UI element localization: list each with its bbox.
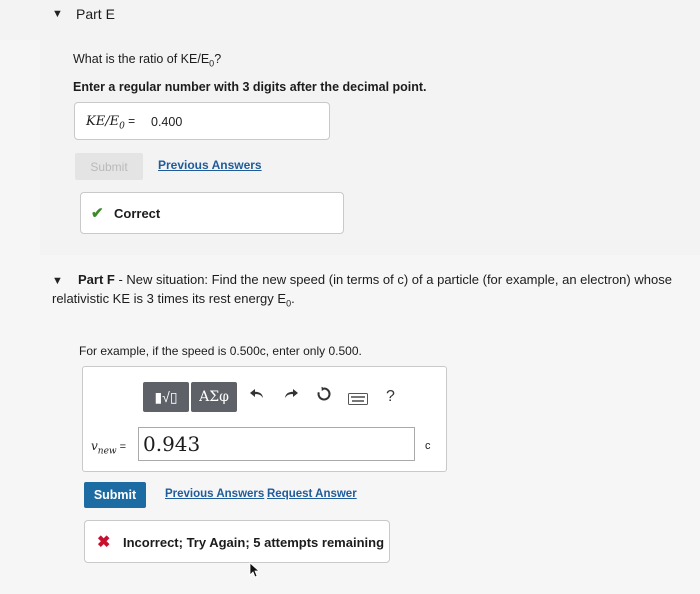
part-e-submit-button[interactable]: Submit	[75, 153, 143, 180]
collapse-caret-icon[interactable]: ▼	[52, 275, 63, 287]
help-icon[interactable]: ?	[386, 388, 395, 406]
mouse-cursor-icon	[249, 562, 261, 578]
check-icon: ✔	[91, 205, 104, 222]
part-e-title[interactable]: Part E	[76, 6, 115, 22]
keyboard-icon	[348, 393, 368, 405]
templates-button[interactable]: ▮√▯	[143, 382, 189, 412]
velocity-label: vnew =	[91, 439, 127, 457]
redo-icon[interactable]	[283, 386, 299, 407]
x-icon: ✖	[97, 534, 111, 551]
part-e-answer-box: KE/E0 = 0.400	[74, 102, 330, 140]
part-e-feedback-box: ✔ Correct	[80, 192, 344, 234]
reset-icon	[317, 386, 331, 401]
part-f-feedback-box: ✖ Incorrect; Try Again; 5 attempts remai…	[84, 520, 390, 563]
undo-icon	[250, 389, 263, 398]
part-e-instruction: Enter a regular number with 3 digits aft…	[73, 80, 427, 94]
velocity-input[interactable]: 0.943	[138, 427, 415, 461]
part-f-previous-answers-link[interactable]: Previous Answers	[165, 488, 264, 500]
greek-symbols-button[interactable]: ΑΣφ	[191, 382, 237, 412]
redo-icon	[285, 389, 298, 398]
undo-icon[interactable]	[249, 386, 265, 407]
mouse-cursor-icon	[248, 562, 261, 583]
part-f-description: relativistic KE is 3 times its rest ener…	[52, 291, 295, 309]
keyboard-icon[interactable]	[348, 390, 368, 410]
part-f-submit-button[interactable]: Submit	[84, 482, 146, 508]
feedback-text: Incorrect; Try Again; 5 attempts remaini…	[123, 535, 385, 550]
part-e-question: What is the ratio of KE/E0?	[73, 52, 222, 69]
request-answer-link[interactable]: Request Answer	[267, 488, 357, 500]
feedback-text: Correct	[114, 206, 161, 221]
answer-label: KE/E0 =	[86, 114, 136, 132]
collapse-caret-icon[interactable]: ▼	[52, 8, 63, 20]
part-f-example: For example, if the speed is 0.500c, ent…	[79, 344, 362, 358]
part-f-title[interactable]: Part F - New situation: Find the new spe…	[78, 272, 688, 287]
reset-icon[interactable]	[316, 386, 332, 407]
unit-label: c	[425, 440, 431, 452]
part-e-previous-answers-link[interactable]: Previous Answers	[158, 158, 262, 172]
answer-value: 0.400	[151, 115, 183, 129]
